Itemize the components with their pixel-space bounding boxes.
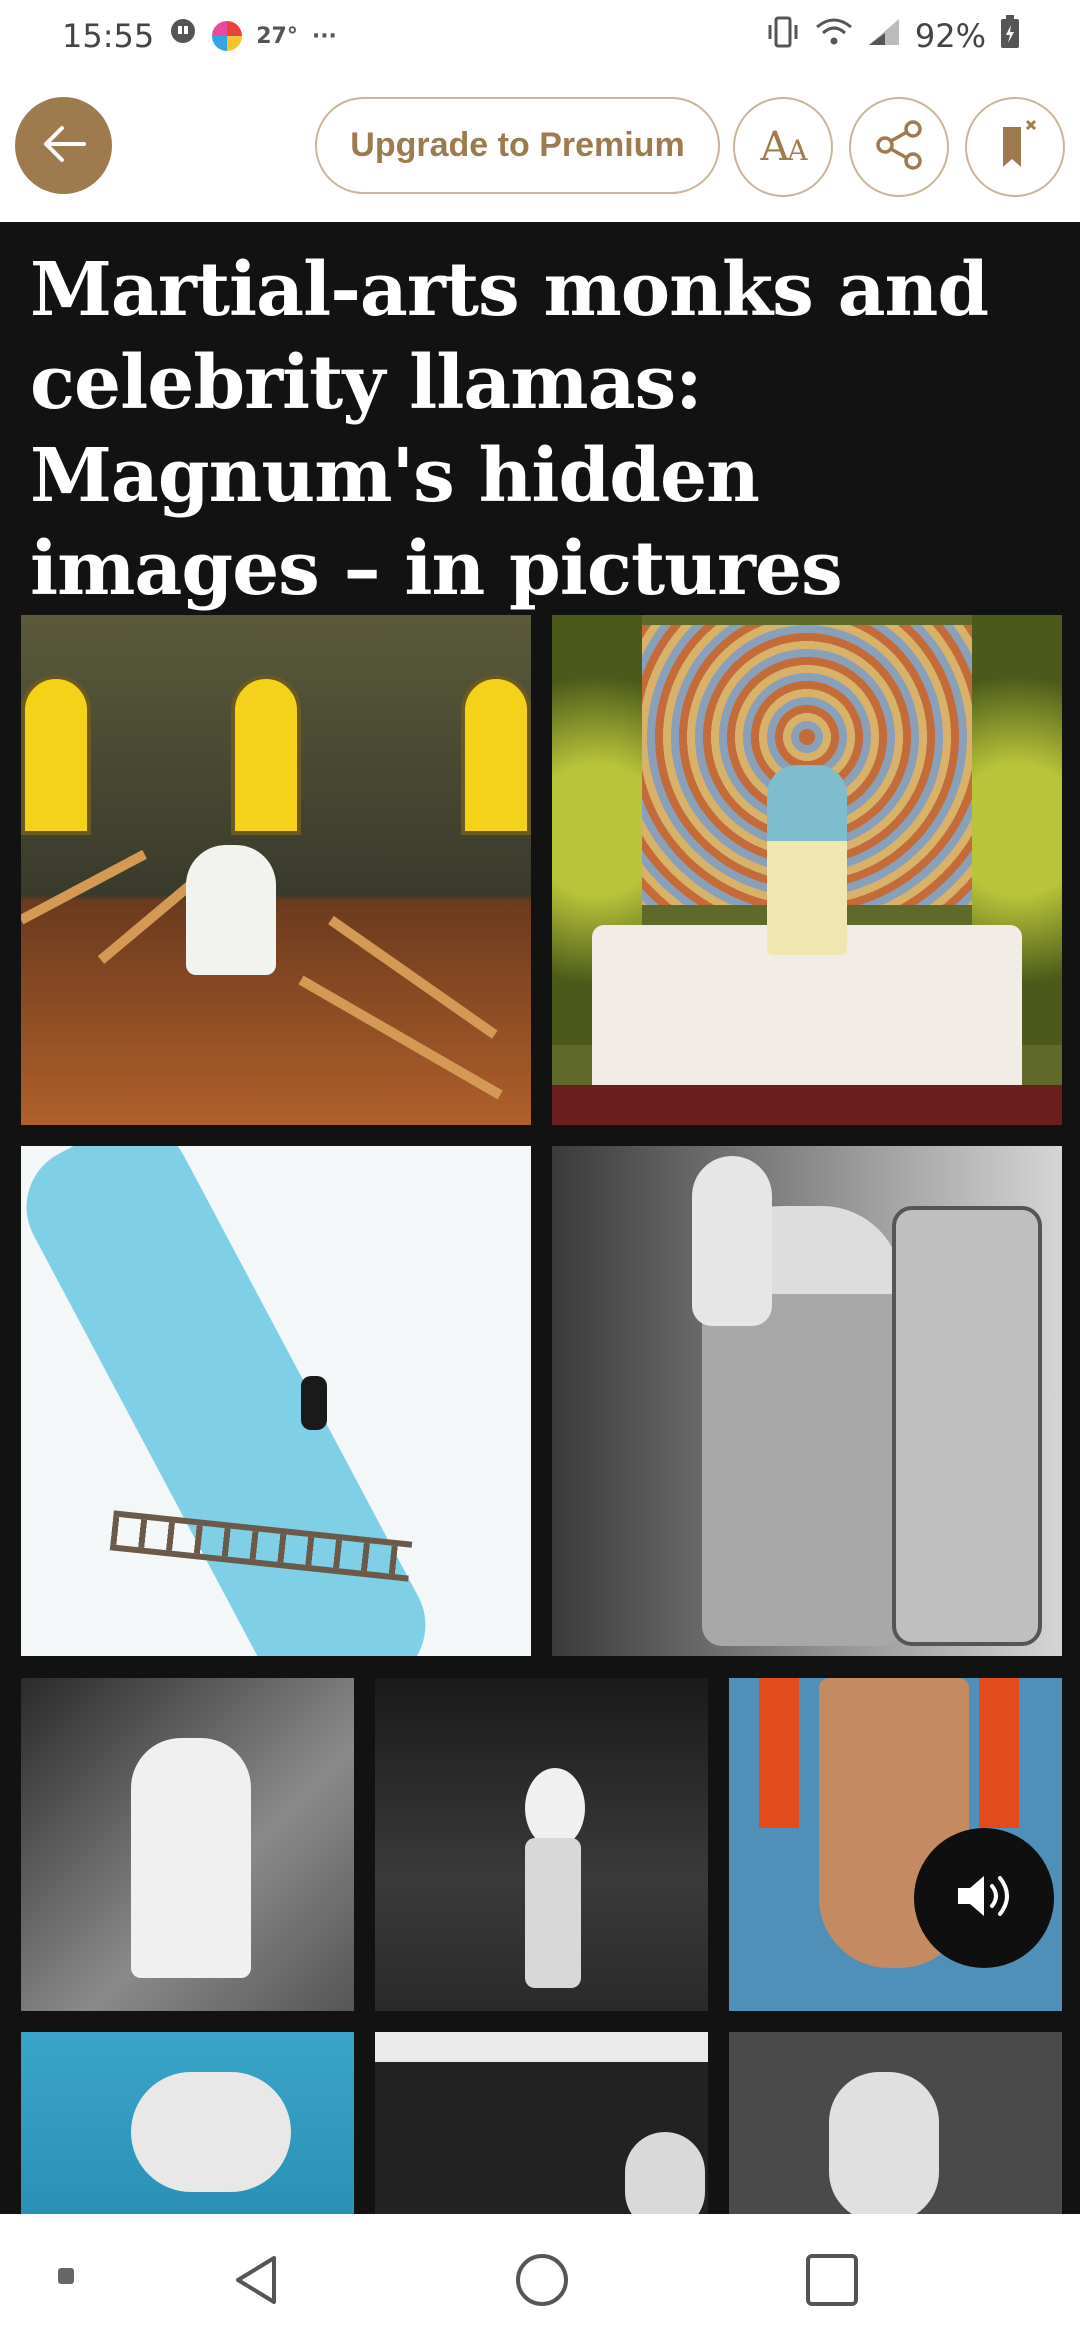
message-notification-icon <box>168 17 198 55</box>
weather-app-icon <box>212 21 243 51</box>
more-notifications-icon: ··· <box>311 23 337 49</box>
share-button[interactable] <box>849 97 949 197</box>
arrow-left-icon <box>38 118 90 174</box>
upgrade-premium-button[interactable]: Upgrade to Premium <box>315 97 720 194</box>
triangle-back-icon[interactable] <box>228 2252 284 2308</box>
circle-home-icon[interactable] <box>514 2252 570 2308</box>
llama-car-photo[interactable] <box>552 1146 1062 1656</box>
bookmark-remove-icon <box>989 117 1041 177</box>
signal-icon <box>867 17 901 55</box>
status-right: 92% <box>765 15 1020 57</box>
balloon-street-photo[interactable] <box>375 1678 708 2011</box>
bookmark-button[interactable] <box>965 97 1065 197</box>
article-toolbar: Upgrade to Premium AA <box>0 72 1080 222</box>
square-recents-icon[interactable] <box>804 2252 860 2308</box>
status-left: 15:55 27° ··· <box>62 17 337 55</box>
child-binoculars-photo[interactable] <box>21 1678 354 2011</box>
vibrate-icon <box>765 15 801 57</box>
back-button[interactable] <box>15 97 112 194</box>
altar-girl-photo[interactable] <box>552 615 1062 1125</box>
temperature: 27° <box>256 23 298 49</box>
swimmer-photo[interactable] <box>21 2032 354 2214</box>
ice-river-photo[interactable] <box>21 1146 531 1656</box>
system-nav-bar <box>0 2214 1080 2340</box>
nav-dot-icon <box>56 2266 76 2286</box>
church-photo[interactable] <box>21 615 531 1125</box>
battery-icon <box>1000 15 1020 57</box>
share-icon <box>871 117 927 177</box>
clock: 15:55 <box>62 17 155 55</box>
text-size-button[interactable]: AA <box>733 97 833 197</box>
car-portrait-photo[interactable] <box>375 2032 708 2214</box>
article-headline: Martial-arts monks and celebrity llamas:… <box>30 247 989 612</box>
text-size-icon: AA <box>760 124 807 170</box>
battery-percent: 92% <box>914 17 986 55</box>
status-bar: 15:55 27° ··· 92% <box>0 0 1080 72</box>
wifi-icon <box>815 17 853 55</box>
audio-button[interactable] <box>914 1828 1054 1968</box>
speaker-icon <box>952 1868 1016 1928</box>
headscarf-woman-photo[interactable] <box>729 2032 1062 2214</box>
